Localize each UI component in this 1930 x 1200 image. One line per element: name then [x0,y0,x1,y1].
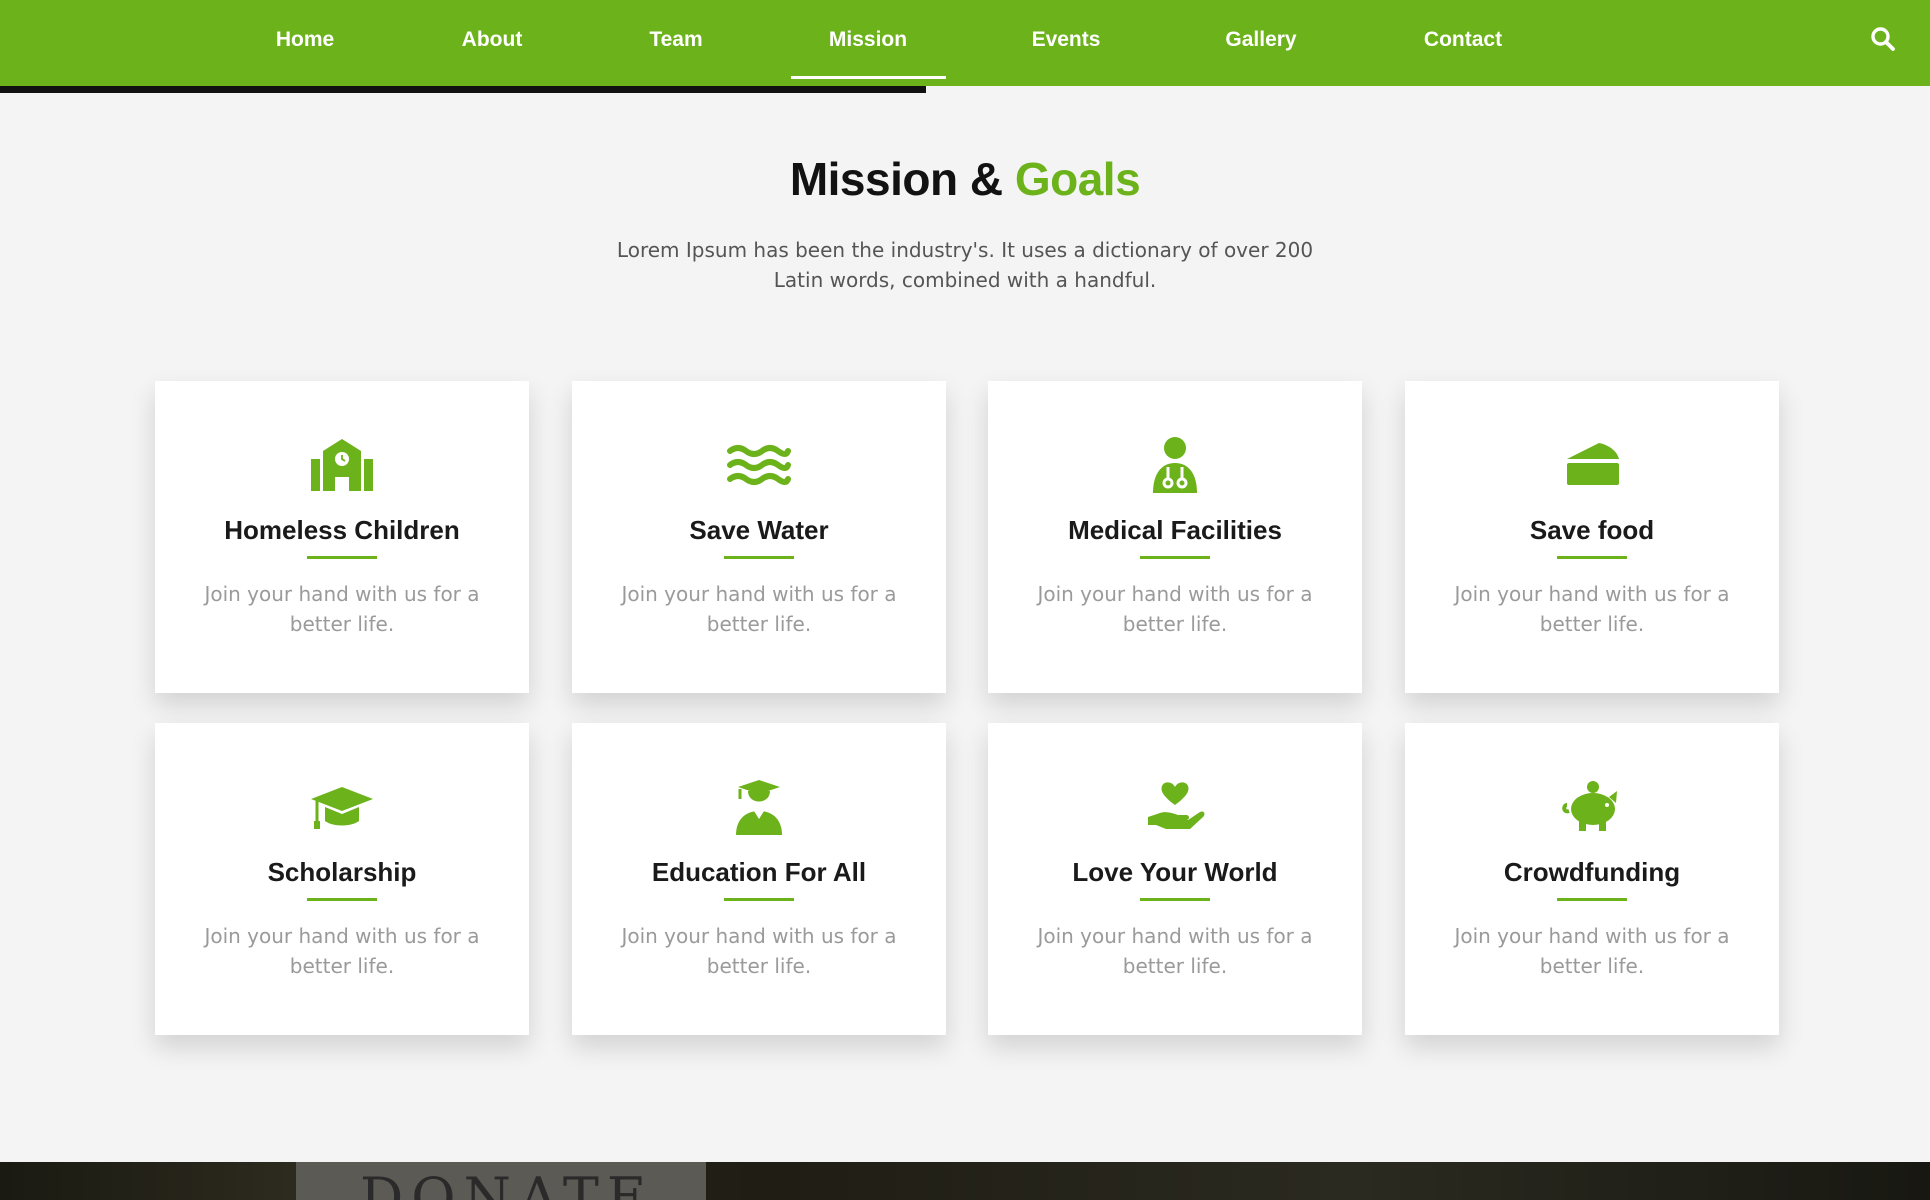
donate-banner-text: DONATE [360,1166,655,1200]
card-text: Join your hand with us for a better life… [1454,582,1730,636]
card-title: Love Your World [1072,857,1278,887]
card-divider [1557,556,1627,559]
nav-item-home[interactable]: Home [276,0,334,86]
card-scholarship[interactable]: Scholarship Join your hand with us for a… [155,723,529,1035]
card-text: Join your hand with us for a better life… [621,924,897,978]
card-save-food[interactable]: Save food Join your hand with us for a b… [1405,381,1779,693]
donate-banner: DONATE [0,1162,1930,1200]
card-divider [1140,898,1210,901]
graduate-student-icon [726,779,792,835]
nav-item-about[interactable]: About [462,0,523,86]
nav-item-gallery[interactable]: Gallery [1225,0,1296,86]
section-subtitle: Lorem Ipsum has been the industry's. It … [616,238,1314,292]
card-title: Homeless Children [224,515,460,545]
nav-item-mission[interactable]: Mission [829,0,907,86]
card-medical-facilities[interactable]: Medical Facilities Join your hand with u… [988,381,1362,693]
heart-in-hand-icon [1142,779,1208,835]
card-divider [724,556,794,559]
card-homeless-children[interactable]: Homeless Children Join your hand with us… [155,381,529,693]
card-divider [307,556,377,559]
title-main: Mission & [789,153,1003,205]
card-divider [307,898,377,901]
doctor-stethoscope-icon [1142,437,1208,493]
card-text: Join your hand with us for a better life… [204,924,480,978]
search-icon[interactable] [1870,26,1896,52]
card-text: Join your hand with us for a better life… [1037,924,1313,978]
nav-item-events[interactable]: Events [1032,0,1101,86]
card-divider [1557,898,1627,901]
card-title: Crowdfunding [1503,857,1681,887]
school-building-icon [309,437,375,493]
card-text: Join your hand with us for a better life… [1037,582,1313,636]
card-title: Medical Facilities [1068,515,1282,545]
graduation-cap-icon [309,779,375,835]
cheese-icon [1559,437,1625,493]
card-crowdfunding[interactable]: Crowdfunding Join your hand with us for … [1405,723,1779,1035]
card-save-water[interactable]: Save Water Join your hand with us for a … [572,381,946,693]
scroll-progress-bar [0,86,1930,93]
piggy-bank-icon [1559,779,1625,835]
card-love-your-world[interactable]: Love Your World Join your hand with us f… [988,723,1362,1035]
card-text: Join your hand with us for a better life… [204,582,480,636]
card-title: Education For All [651,857,867,887]
card-title: Save food [1529,515,1655,545]
card-divider [1140,556,1210,559]
card-education-for-all[interactable]: Education For All Join your hand with us… [572,723,946,1035]
card-title: Save Water [689,515,829,545]
top-navbar: Home About Team Mission Events Gallery C… [0,0,1930,86]
card-text: Join your hand with us for a better life… [621,582,897,636]
nav-active-indicator [791,76,946,79]
water-waves-icon [726,437,792,493]
page-title: Mission & Goals [0,152,1930,206]
nav-item-team[interactable]: Team [649,0,702,86]
card-divider [724,898,794,901]
card-title: Scholarship [267,857,417,887]
nav-item-contact[interactable]: Contact [1424,0,1502,86]
title-accent: Goals [1014,153,1141,205]
scroll-progress-fill [0,86,927,93]
card-text: Join your hand with us for a better life… [1454,924,1730,978]
